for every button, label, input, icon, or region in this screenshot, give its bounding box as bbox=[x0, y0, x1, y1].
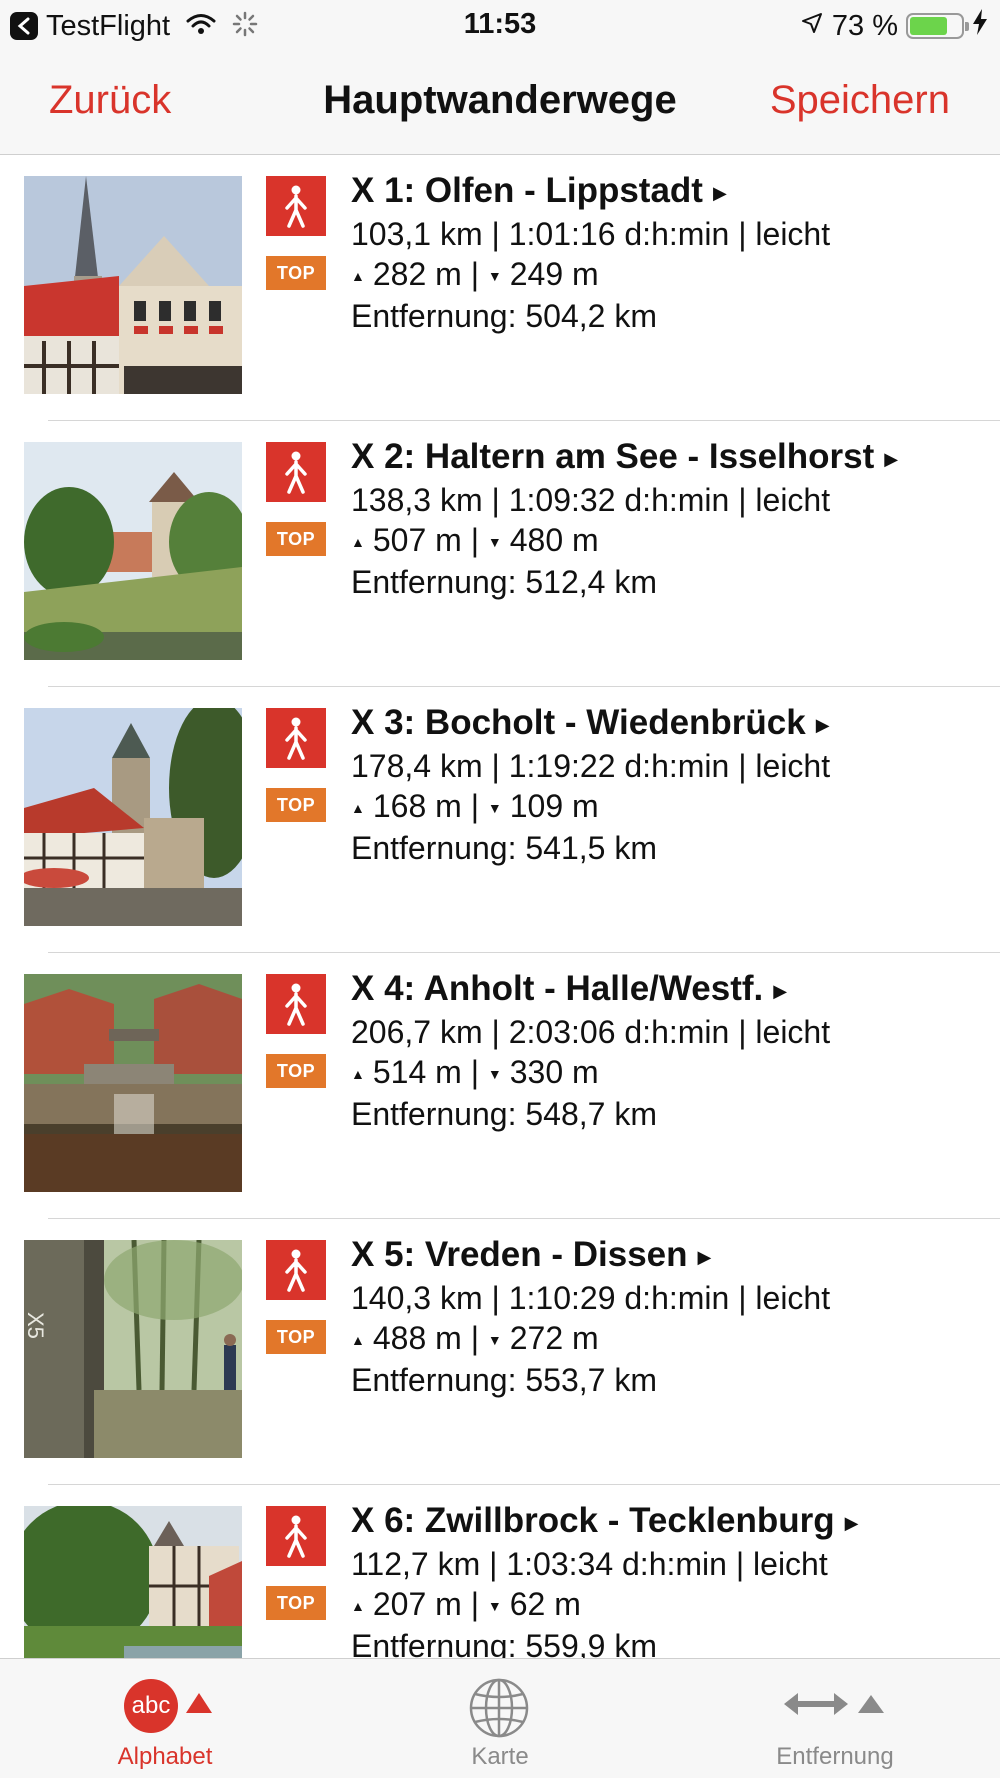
triangle-down-icon: ▼ bbox=[487, 268, 502, 285]
route-title[interactable]: X 6: Zwillbrock - Tecklenburg ▶ bbox=[351, 1500, 990, 1544]
route-row[interactable]: TOP X 2: Haltern am See - Isselhorst ▶ 13… bbox=[0, 421, 1000, 687]
triangle-down-icon: ▼ bbox=[487, 800, 502, 817]
hiker-icon bbox=[266, 1506, 326, 1566]
route-photo: X5 bbox=[24, 1240, 242, 1458]
route-title[interactable]: X 5: Vreden - Dissen ▶ bbox=[351, 1234, 990, 1278]
tab-alphabet-label: Alphabet bbox=[117, 1743, 213, 1770]
route-info: X 6: Zwillbrock - Tecklenburg ▶ 112,7 km … bbox=[351, 1500, 990, 1658]
route-photo bbox=[24, 708, 242, 926]
hiker-icon bbox=[266, 176, 326, 236]
route-title[interactable]: X 1: Olfen - Lippstadt ▶ bbox=[351, 170, 990, 214]
hiker-icon bbox=[266, 708, 326, 768]
route-row[interactable]: X5 TOP X 5: Vreden - Dissen ▶ 140,3 km | … bbox=[0, 1219, 1000, 1485]
route-stats: 112,7 km | 1:03:34 d:h:min | leicht bbox=[351, 1545, 828, 1582]
battery-level bbox=[910, 17, 947, 35]
route-distance: Entfernung: 559,9 km bbox=[351, 1628, 657, 1658]
triangle-right-icon: ▶ bbox=[884, 448, 899, 469]
svg-text:X5: X5 bbox=[24, 1312, 48, 1339]
battery-percent: 73 % bbox=[831, 9, 898, 42]
route-photo bbox=[24, 974, 242, 1192]
route-row[interactable]: TOP X 4: Anholt - Halle/Westf. ▶ 206,7 km… bbox=[0, 953, 1000, 1219]
top-badge: TOP bbox=[266, 522, 326, 556]
route-elevation: ▲ 488 m | ▼ 272 m bbox=[351, 1319, 599, 1356]
route-row[interactable]: TOP X 3: Bocholt - Wiedenbrück ▶ 178,4 km… bbox=[0, 687, 1000, 953]
route-list[interactable]: TOP X 1: Olfen - Lippstadt ▶ 103,1 km | 1… bbox=[0, 155, 1000, 1658]
route-info: X 4: Anholt - Halle/Westf. ▶ 206,7 km | 2… bbox=[351, 968, 990, 1134]
route-stats: 140,3 km | 1:10:29 d:h:min | leicht bbox=[351, 1279, 831, 1316]
status-bar: TestFlight 11:53 73 % bbox=[0, 0, 1000, 52]
route-info: X 1: Olfen - Lippstadt ▶ 103,1 km | 1:01:… bbox=[351, 170, 990, 336]
route-distance: Entfernung: 548,7 km bbox=[351, 1096, 657, 1133]
route-row[interactable]: TOP X 1: Olfen - Lippstadt ▶ 103,1 km | 1… bbox=[0, 155, 1000, 421]
tab-entfernung-label: Entfernung bbox=[776, 1743, 894, 1770]
tab-karte[interactable]: Karte bbox=[420, 1659, 580, 1778]
location-arrow-icon bbox=[800, 10, 824, 43]
route-title[interactable]: X 2: Haltern am See - Isselhorst ▶ bbox=[351, 436, 990, 480]
triangle-right-icon: ▶ bbox=[815, 714, 830, 735]
route-stats: 178,4 km | 1:19:22 d:h:min | leicht bbox=[351, 747, 831, 784]
top-badge: TOP bbox=[266, 1586, 326, 1620]
route-info: X 2: Haltern am See - Isselhorst ▶ 138,3 … bbox=[351, 436, 990, 602]
route-info: X 5: Vreden - Dissen ▶ 140,3 km | 1:10:29… bbox=[351, 1234, 990, 1400]
status-right: 73 % bbox=[800, 8, 988, 44]
save-button[interactable]: Speichern bbox=[770, 78, 950, 123]
route-info: X 3: Bocholt - Wiedenbrück ▶ 178,4 km | 1… bbox=[351, 702, 990, 868]
triangle-up-icon: ▲ bbox=[351, 800, 365, 817]
top-badge: TOP bbox=[266, 788, 326, 822]
hiker-icon bbox=[266, 442, 326, 502]
triangle-right-icon: ▶ bbox=[712, 182, 727, 203]
triangle-up-icon: ▲ bbox=[351, 1066, 365, 1083]
route-elevation: ▲ 507 m | ▼ 480 m bbox=[351, 521, 599, 558]
route-elevation: ▲ 168 m | ▼ 109 m bbox=[351, 787, 599, 824]
sort-ascending-icon bbox=[858, 1695, 884, 1713]
triangle-up-icon: ▲ bbox=[351, 268, 365, 285]
route-stats: 206,7 km | 2:03:06 d:h:min | leicht bbox=[351, 1013, 831, 1050]
triangle-up-icon: ▲ bbox=[351, 1332, 365, 1349]
triangle-down-icon: ▼ bbox=[487, 1066, 502, 1083]
sort-ascending-icon bbox=[186, 1693, 212, 1713]
abc-icon: abc bbox=[124, 1679, 178, 1733]
route-title[interactable]: X 4: Anholt - Halle/Westf. ▶ bbox=[351, 968, 990, 1012]
route-row[interactable]: TOP X 6: Zwillbrock - Tecklenburg ▶ 112,7… bbox=[0, 1485, 1000, 1658]
route-photo bbox=[24, 442, 242, 660]
route-photo bbox=[24, 1506, 242, 1658]
triangle-up-icon: ▲ bbox=[351, 534, 365, 551]
route-title[interactable]: X 3: Bocholt - Wiedenbrück ▶ bbox=[351, 702, 990, 746]
triangle-up-icon: ▲ bbox=[351, 1598, 365, 1615]
triangle-right-icon: ▶ bbox=[773, 980, 788, 1001]
globe-icon bbox=[468, 1677, 530, 1744]
route-elevation: ▲ 282 m | ▼ 249 m bbox=[351, 255, 599, 292]
triangle-right-icon: ▶ bbox=[697, 1246, 712, 1267]
top-badge: TOP bbox=[266, 256, 326, 290]
tab-alphabet[interactable]: abc Alphabet bbox=[80, 1659, 250, 1778]
triangle-right-icon: ▶ bbox=[844, 1512, 859, 1533]
distance-arrows-icon bbox=[784, 1689, 848, 1724]
battery-icon bbox=[906, 13, 969, 39]
route-stats: 103,1 km | 1:01:16 d:h:min | leicht bbox=[351, 215, 831, 252]
route-distance: Entfernung: 504,2 km bbox=[351, 298, 657, 335]
tab-entfernung[interactable]: Entfernung bbox=[740, 1659, 930, 1778]
charging-bolt-icon bbox=[972, 9, 988, 43]
route-distance: Entfernung: 541,5 km bbox=[351, 830, 657, 867]
hiker-icon bbox=[266, 1240, 326, 1300]
hiker-icon bbox=[266, 974, 326, 1034]
tab-bar: abc Alphabet Karte Entfernung bbox=[0, 1658, 1000, 1778]
triangle-down-icon: ▼ bbox=[487, 1332, 502, 1349]
top-badge: TOP bbox=[266, 1054, 326, 1088]
route-stats: 138,3 km | 1:09:32 d:h:min | leicht bbox=[351, 481, 831, 518]
triangle-down-icon: ▼ bbox=[487, 1598, 502, 1615]
route-elevation: ▲ 514 m | ▼ 330 m bbox=[351, 1053, 599, 1090]
route-distance: Entfernung: 512,4 km bbox=[351, 564, 657, 601]
tab-karte-label: Karte bbox=[471, 1743, 529, 1770]
navigation-bar: Zurück Hauptwanderwege Speichern bbox=[0, 52, 1000, 155]
triangle-down-icon: ▼ bbox=[487, 534, 502, 551]
top-badge: TOP bbox=[266, 1320, 326, 1354]
route-distance: Entfernung: 553,7 km bbox=[351, 1362, 657, 1399]
route-elevation: ▲ 207 m | ▼ 62 m bbox=[351, 1585, 581, 1622]
route-photo bbox=[24, 176, 242, 394]
